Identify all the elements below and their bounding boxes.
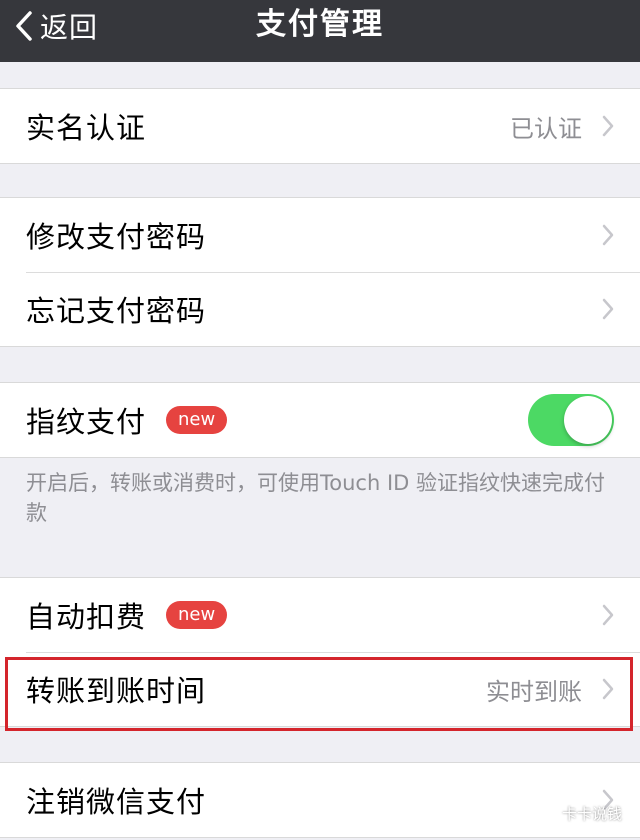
auto-deduct-cell[interactable]: 自动扣费 new bbox=[0, 578, 640, 652]
watermark-text: 卡卡说钱 bbox=[561, 805, 622, 823]
chevron-right-icon bbox=[602, 678, 614, 700]
identity-group: 实名认证 已认证 bbox=[0, 88, 640, 164]
cancel-group: 注销微信支付 bbox=[0, 762, 640, 838]
chevron-right-icon bbox=[602, 298, 614, 320]
auto-deduct-label: 自动扣费 bbox=[26, 600, 147, 634]
new-badge: new bbox=[166, 406, 228, 434]
chevron-right-icon bbox=[602, 224, 614, 246]
transfer-time-label: 转账到账时间 bbox=[26, 674, 207, 708]
change-password-label: 修改支付密码 bbox=[26, 220, 207, 254]
fingerprint-toggle[interactable] bbox=[528, 394, 614, 446]
page-title: 支付管理 bbox=[256, 7, 384, 42]
transfer-time-value: 实时到账 bbox=[486, 677, 582, 706]
toggle-knob bbox=[564, 396, 612, 444]
cancel-pay-cell[interactable]: 注销微信支付 bbox=[0, 763, 640, 837]
wechat-logo-icon bbox=[532, 804, 556, 822]
fingerprint-label: 指纹支付 bbox=[26, 405, 147, 439]
fingerprint-description: 开启后，转账或消费时，可使用Touch ID 验证指纹快速完成付款 bbox=[26, 471, 605, 525]
cancel-pay-label: 注销微信支付 bbox=[26, 785, 207, 819]
fingerprint-group: 指纹支付 new bbox=[0, 382, 640, 458]
transfer-time-cell[interactable]: 转账到账时间 实时到账 bbox=[0, 652, 640, 726]
fingerprint-cell: 指纹支付 new bbox=[0, 383, 640, 457]
change-password-cell[interactable]: 修改支付密码 bbox=[0, 198, 640, 272]
identity-label: 实名认证 bbox=[26, 111, 147, 145]
identity-status: 已认证 bbox=[510, 114, 582, 143]
identity-cell[interactable]: 实名认证 已认证 bbox=[0, 89, 640, 163]
forgot-password-cell[interactable]: 忘记支付密码 bbox=[0, 272, 640, 346]
navigation-bar: 返回 支付管理 bbox=[0, 0, 640, 62]
watermark: 卡卡说钱 bbox=[532, 803, 622, 824]
new-badge: new bbox=[166, 601, 228, 629]
chevron-right-icon bbox=[602, 604, 614, 626]
payment-settings-group: 自动扣费 new 转账到账时间 实时到账 bbox=[0, 577, 640, 727]
password-group: 修改支付密码 忘记支付密码 bbox=[0, 197, 640, 347]
chevron-right-icon bbox=[602, 115, 614, 137]
forgot-password-label: 忘记支付密码 bbox=[26, 294, 207, 328]
